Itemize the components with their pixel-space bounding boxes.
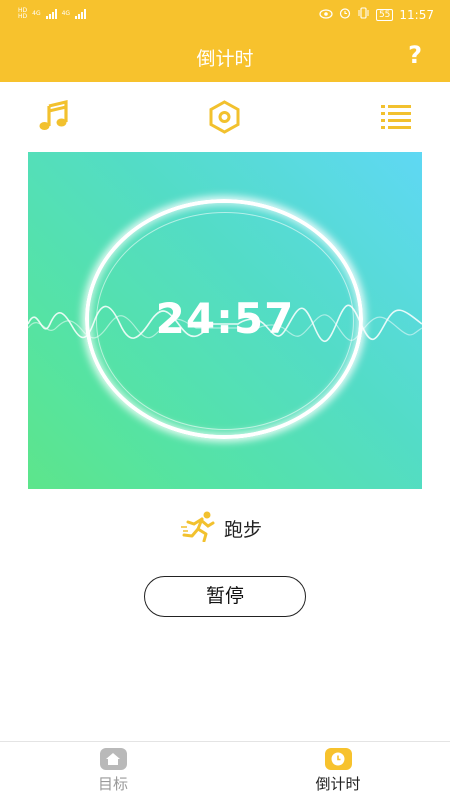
list-icon[interactable]: [381, 104, 411, 134]
nav-item-goal[interactable]: 目标: [63, 748, 163, 794]
music-note-icon[interactable]: [38, 99, 70, 136]
network-type-2: 4G: [61, 10, 71, 17]
bottom-nav: 目标 倒计时: [0, 741, 450, 800]
eye-icon: [319, 8, 333, 22]
timer-visual: 24:57: [28, 152, 422, 489]
home-icon: [99, 748, 127, 770]
status-time: 11:57: [399, 7, 434, 22]
activity-indicator: 跑步: [180, 510, 262, 546]
status-right: 55 11:57: [319, 7, 434, 22]
signal-icon-2: [75, 9, 87, 19]
status-bar: HD HD 4G 4G 55 11:57: [0, 0, 450, 30]
page-title: 倒计时: [196, 48, 254, 70]
clock-icon: [324, 748, 352, 770]
alarm-icon: [339, 7, 351, 22]
status-left: HD HD 4G 4G: [18, 7, 87, 20]
signal-icon: [45, 9, 57, 19]
network-type-1: 4G: [32, 10, 41, 17]
hd-icon: HD HD: [18, 7, 28, 20]
hexagon-settings-icon[interactable]: [208, 100, 241, 138]
pause-button[interactable]: 暂停: [144, 576, 306, 617]
help-button[interactable]: ?: [408, 41, 422, 69]
activity-label: 跑步: [224, 518, 263, 541]
nav-item-countdown[interactable]: 倒计时: [288, 748, 388, 794]
battery-icon: 55: [375, 8, 394, 21]
timer-display: 24:57: [155, 294, 295, 343]
nav-label-goal: 目标: [97, 775, 128, 793]
vibrate-icon: [357, 7, 370, 22]
nav-label-countdown: 倒计时: [315, 775, 361, 793]
running-person-icon: [180, 510, 216, 546]
